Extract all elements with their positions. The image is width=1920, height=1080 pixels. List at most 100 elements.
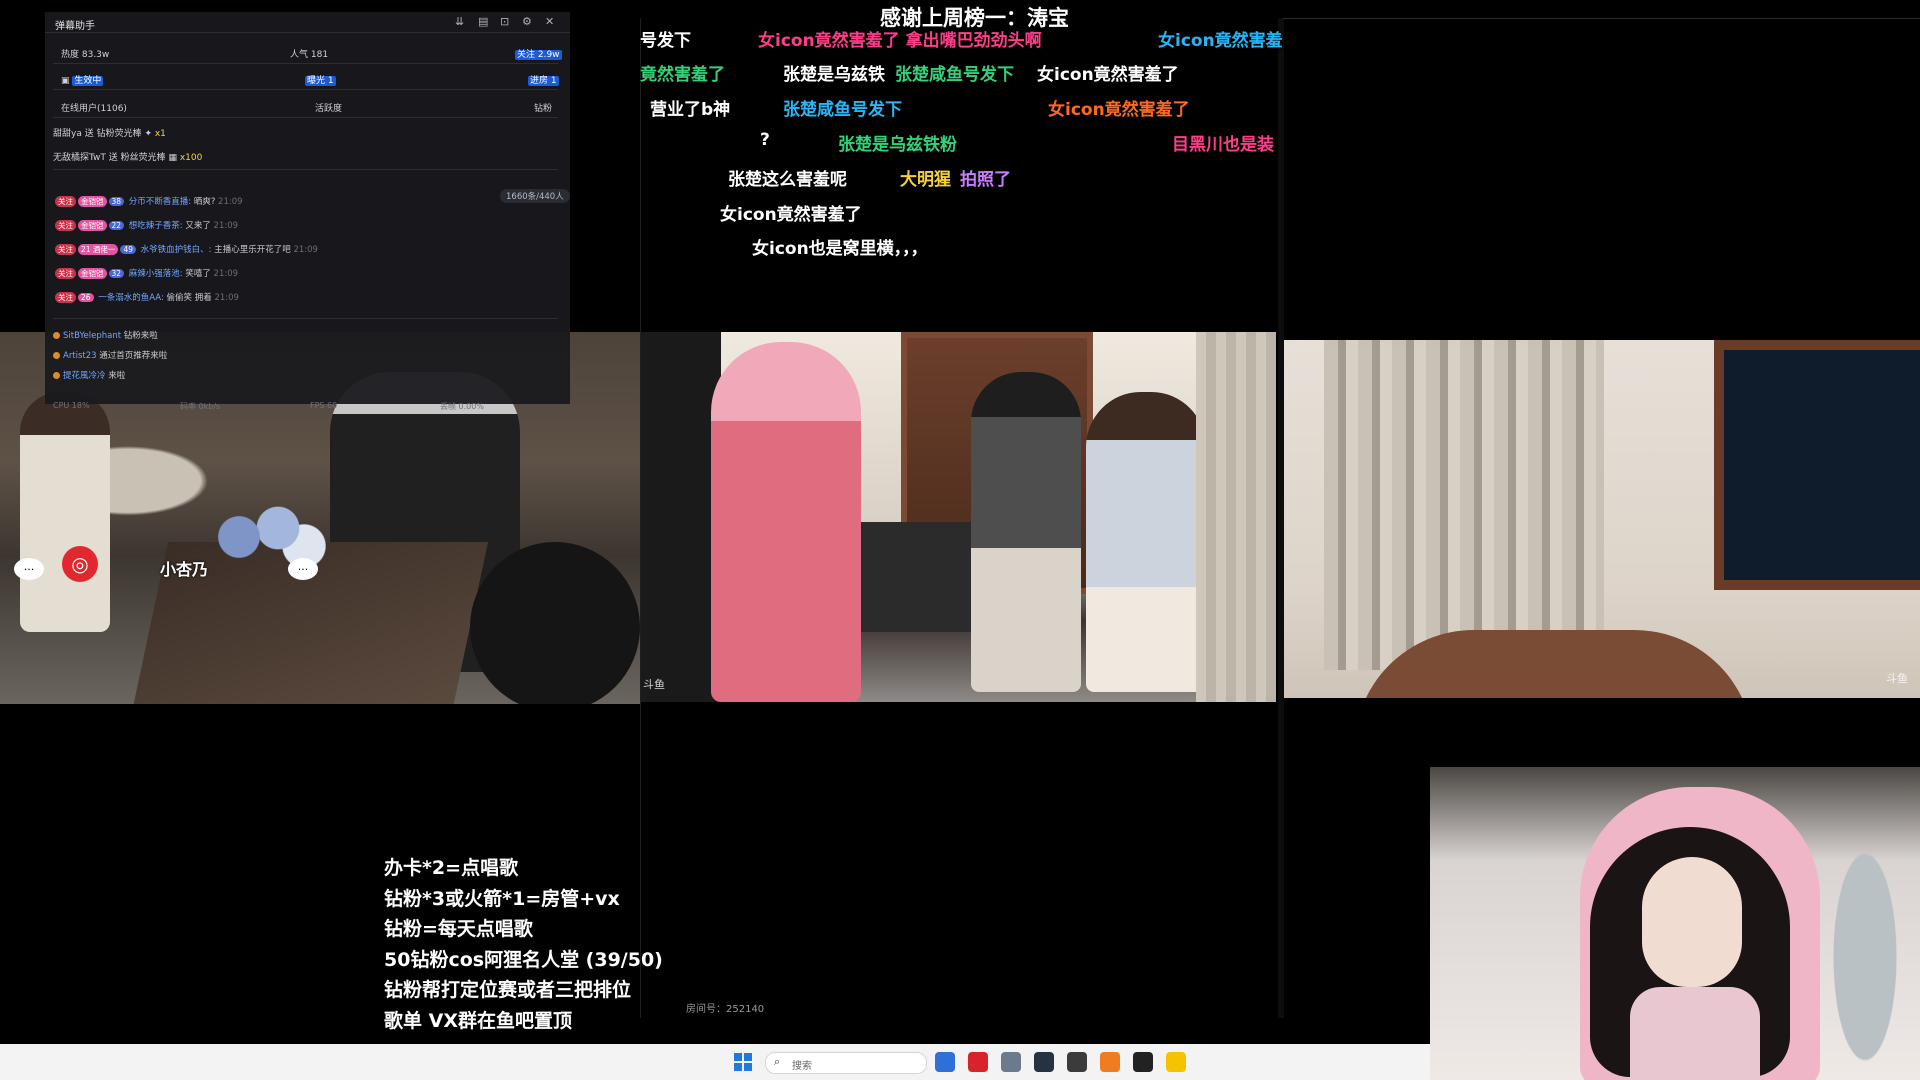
person-figure <box>1086 392 1206 692</box>
person-figure <box>711 342 861 702</box>
fan-badge: 关注 <box>55 220 76 231</box>
system-username[interactable]: Artist23 <box>63 351 99 361</box>
person-figure <box>20 392 110 632</box>
fan-badge: 49 <box>120 245 136 254</box>
chat-row[interactable]: 关注 26 一条溺水的鱼AA: 偷偷笑 拥着 21:09 <box>55 291 239 303</box>
frame-loss-readout: 丢帧 0.00% <box>440 402 484 411</box>
close-icon[interactable]: ✕ <box>545 15 554 28</box>
rule-line: 歌单 VX群在鱼吧置顶 <box>384 1009 572 1032</box>
person-figure <box>971 372 1081 692</box>
gift-icon: ▦ <box>168 153 180 163</box>
curtain <box>1196 332 1276 702</box>
status-icon: ▣ <box>61 76 73 86</box>
terminal-icon[interactable] <box>1034 1052 1054 1072</box>
search-icon: ⌕ <box>774 1055 781 1068</box>
streamer-name-tag: 小杏乃 <box>160 560 209 579</box>
system-row: 提花風冷冷 来啦 <box>53 369 125 381</box>
gift-amount: x1 <box>154 129 166 139</box>
danmaku-comment: 张楚咸鱼号发下 <box>783 100 902 120</box>
status-value: 生效中 <box>72 76 104 86</box>
rule-line: 50钻粉cos阿狸名人堂 (39/50) <box>384 948 663 971</box>
danmaku-comment: 张楚是乌兹铁粉 <box>838 135 957 155</box>
message-count-badge: 1660条/440人 <box>500 189 570 203</box>
file-explorer-icon[interactable] <box>1001 1052 1021 1072</box>
divider <box>1283 18 1920 19</box>
browser-icon[interactable] <box>935 1052 955 1072</box>
danmaku-comment: 张楚咸鱼号发下 <box>895 65 1014 85</box>
fan-badge: 关注 <box>55 292 76 303</box>
windows-taskbar <box>0 1044 1430 1080</box>
separator <box>53 63 558 64</box>
system-action: 来啦 <box>108 371 126 381</box>
chat-bubble-icon: ··· <box>14 558 44 580</box>
fan-badge: 关注 <box>55 268 76 279</box>
chat-row[interactable]: 关注 金铠铠 38 分币不断香直播: 晒爽? 21:09 <box>55 195 243 207</box>
chat-username[interactable]: 想吃辣子香茶: <box>126 221 185 231</box>
fan-badge: 金铠铠 <box>78 268 107 279</box>
douyu-icon[interactable] <box>1100 1052 1120 1072</box>
system-action: 通过首页推荐来啦 <box>99 351 168 361</box>
chat-message: 主播心里乐开花了吧 <box>214 245 294 255</box>
separator <box>53 318 558 319</box>
system-row: Artist23 通过首页推荐来啦 <box>53 349 167 361</box>
rule-line: 钻粉帮打定位赛或者三把排位 <box>384 979 632 1001</box>
chat-row[interactable]: 关注 金铠铠 32 麻辣小强落池: 笑嘻了 21:09 <box>55 267 238 279</box>
pin-icon[interactable]: ⇊ <box>455 15 464 28</box>
chat-username[interactable]: 分币不断香直播: <box>126 197 194 207</box>
chat-row[interactable]: 关注 金铠铠 22 想吃辣子香茶: 又来了 21:09 <box>55 219 238 231</box>
fan-badge: 32 <box>108 269 125 278</box>
face <box>1642 857 1742 987</box>
danmaku-helper-window[interactable]: 弹幕助手 ⇊ ▤ ⊡ ⚙ ✕ 热度 83.3w 人气 181 关注 2.9w ▣… <box>45 12 570 411</box>
danmaku-comment: 拍照了 <box>960 170 1011 190</box>
gift-row: 无敌橘探TwT 送 粉丝荧光棒 ▦ x100 <box>53 150 202 163</box>
settings-icon[interactable]: ⚙ <box>522 15 532 28</box>
christmas-tree <box>1810 777 1920 1077</box>
separator <box>53 117 558 118</box>
note-icon[interactable]: ▤ <box>478 15 488 28</box>
game-icon[interactable] <box>1133 1052 1153 1072</box>
separator <box>53 169 558 170</box>
rule-line: 钻粉=每天点唱歌 <box>384 918 533 940</box>
fan-badge: 关注 <box>55 196 76 207</box>
douyu-watermark: 斗鱼 <box>1886 672 1908 685</box>
chat-username[interactable]: 一条溺水的鱼AA: <box>96 293 167 303</box>
curtain <box>1324 340 1604 670</box>
dark-edge <box>641 332 721 702</box>
right-stream-video: 斗鱼 <box>1284 340 1920 698</box>
minion-icon[interactable] <box>1166 1052 1186 1072</box>
chat-message: 晒爽? <box>193 197 219 207</box>
lock-icon[interactable]: ⊡ <box>500 15 509 28</box>
dress <box>1630 987 1760 1080</box>
system-username[interactable]: SitBYelephant <box>63 331 124 341</box>
fan-badge: 26 <box>78 293 94 302</box>
online-users-tab[interactable]: 在线用户(1106) <box>61 101 127 114</box>
diamond-fan-tab[interactable]: 钻粉 <box>534 101 552 114</box>
user-avatar-icon <box>53 332 60 339</box>
netease-music-icon[interactable] <box>968 1052 988 1072</box>
danmaku-comment: 号发下 <box>640 31 691 51</box>
chat-username[interactable]: 麻辣小强落池: <box>126 269 185 279</box>
system-action: 钻粉来啦 <box>123 331 158 341</box>
fan-badge: 21 酒佬一 <box>78 244 119 255</box>
enter-stat: 进房 1 <box>528 73 559 86</box>
windows-start-icon[interactable] <box>734 1053 752 1071</box>
danmaku-comment: 女icon也是窝里横，，， <box>752 239 928 259</box>
exposure-stat: 曝光 1 <box>305 73 336 86</box>
taskbar-search-box[interactable]: ⌕ 搜索 <box>765 1052 927 1074</box>
helper-titlebar[interactable]: 弹幕助手 ⇊ ▤ ⊡ ⚙ ✕ <box>45 12 570 33</box>
chat-row[interactable]: 关注 21 酒佬一 49 水爷铁血护钱白、: 主播心里乐开花了吧 21:09 <box>55 243 318 255</box>
separator <box>53 89 558 90</box>
cpu-readout: CPU 18% <box>53 401 90 410</box>
danmaku-comment: 女icon竟然害羞 <box>1158 31 1283 51</box>
system-username[interactable]: 提花風冷冷 <box>63 371 108 381</box>
danmaku-comment: 张楚是乌兹铁 <box>783 65 885 85</box>
fan-badge: 关注 <box>55 244 76 255</box>
divider <box>1278 18 1284 1018</box>
obs-icon[interactable] <box>1067 1052 1087 1072</box>
streamer-webcam <box>1430 767 1920 1080</box>
danmaku-comment: 营业了b神 <box>650 100 731 120</box>
chat-timestamp: 21:09 <box>293 245 318 255</box>
chat-username[interactable]: 水爷铁血护钱白、: <box>138 245 214 255</box>
activity-tab[interactable]: 活跃度 <box>315 101 342 114</box>
user-avatar-icon <box>53 352 60 359</box>
